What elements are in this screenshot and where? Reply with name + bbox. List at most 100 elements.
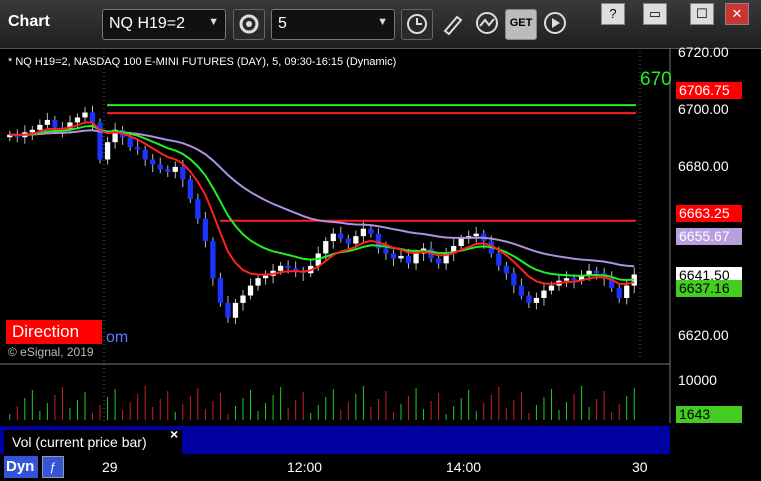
study-icon[interactable] bbox=[473, 9, 503, 38]
candle bbox=[526, 295, 532, 303]
copyright: © eSignal, 2019 bbox=[8, 345, 94, 359]
pencil-icon[interactable] bbox=[437, 9, 467, 38]
candle bbox=[383, 248, 389, 254]
candle bbox=[593, 270, 600, 274]
close-button[interactable]: ✕ bbox=[725, 3, 749, 25]
vol-tag: 1643 bbox=[676, 406, 742, 423]
help-button[interactable]: ? bbox=[601, 3, 625, 25]
candle bbox=[195, 199, 201, 219]
candle bbox=[44, 119, 51, 125]
candle bbox=[390, 253, 397, 259]
x-tick: 30 bbox=[632, 459, 648, 475]
play-icon[interactable] bbox=[541, 9, 571, 38]
candle bbox=[511, 273, 517, 286]
price-tag: 6663.25 bbox=[676, 205, 742, 222]
symbol-value: NQ H19=2 bbox=[109, 15, 186, 32]
candle bbox=[563, 278, 570, 281]
candle bbox=[202, 218, 209, 242]
candle bbox=[458, 238, 464, 247]
candle bbox=[217, 278, 224, 303]
candle bbox=[165, 169, 171, 172]
volume-label: Vol (current price bar) bbox=[4, 430, 182, 454]
dyn-button[interactable]: Dyn bbox=[4, 456, 38, 478]
candle bbox=[541, 290, 547, 298]
candle bbox=[503, 265, 509, 274]
window-title: Chart bbox=[8, 13, 50, 30]
candle bbox=[435, 258, 442, 264]
candle bbox=[398, 255, 404, 259]
symbol-combo[interactable]: NQ H19=2 ▼ bbox=[102, 9, 226, 40]
price-chart[interactable] bbox=[0, 48, 761, 481]
candle bbox=[150, 159, 156, 165]
candle bbox=[473, 233, 479, 237]
close-icon[interactable]: × bbox=[170, 426, 178, 442]
candle bbox=[52, 119, 58, 128]
candle bbox=[187, 179, 193, 200]
vwap-line bbox=[9, 129, 635, 268]
price-tag: 6655.67 bbox=[676, 228, 742, 245]
candle bbox=[533, 297, 540, 303]
y-tick: 6720.00 bbox=[678, 44, 729, 60]
interval-value: 5 bbox=[278, 15, 287, 32]
candle bbox=[240, 295, 246, 303]
candle bbox=[172, 166, 178, 172]
y-tick: 6680.00 bbox=[678, 158, 729, 174]
candle bbox=[277, 265, 284, 271]
candle bbox=[624, 285, 630, 298]
candle bbox=[29, 129, 35, 133]
interval-combo[interactable]: 5 ▼ bbox=[271, 9, 395, 40]
candle bbox=[330, 233, 336, 242]
clock-icon[interactable] bbox=[401, 9, 433, 40]
restore-button[interactable]: ▭ bbox=[643, 3, 667, 25]
candle bbox=[74, 117, 81, 123]
candle bbox=[323, 241, 329, 254]
toolbar: Chart NQ H19=2 ▼ 5 ▼ GET ? ▭ ☐ ✕ bbox=[0, 0, 761, 49]
direction-label: Direction bbox=[6, 320, 102, 344]
candle bbox=[142, 149, 148, 160]
candle bbox=[82, 112, 88, 118]
dynamic-icon[interactable]: ƒ bbox=[42, 456, 64, 478]
chevron-down-icon: ▼ bbox=[208, 16, 219, 28]
fast-ma-line bbox=[9, 121, 635, 286]
x-tick: 12:00 bbox=[287, 459, 323, 475]
candle bbox=[232, 302, 239, 318]
cut-label: 670 bbox=[640, 69, 672, 90]
candle bbox=[157, 164, 163, 170]
candle bbox=[247, 285, 254, 296]
vol-tick: 10000 bbox=[678, 372, 717, 388]
candle bbox=[338, 233, 344, 239]
candle bbox=[405, 255, 412, 264]
candle bbox=[255, 278, 261, 286]
maximize-button[interactable]: ☐ bbox=[690, 3, 714, 25]
get-icon[interactable]: GET bbox=[505, 9, 537, 40]
x-tick: 29 bbox=[102, 459, 118, 475]
candle bbox=[37, 124, 43, 130]
candle bbox=[345, 238, 351, 244]
candle bbox=[225, 302, 231, 318]
y-tick: 6620.00 bbox=[678, 327, 729, 343]
chart-legend: * NQ H19=2, NASDAQ 100 E-MINI FUTURES (D… bbox=[8, 56, 397, 68]
candle bbox=[518, 285, 525, 296]
candle bbox=[104, 142, 111, 160]
candle bbox=[135, 147, 141, 150]
candle bbox=[616, 288, 622, 298]
candle bbox=[360, 228, 367, 237]
gear-icon[interactable] bbox=[233, 9, 265, 40]
candle bbox=[353, 236, 359, 244]
candle bbox=[127, 137, 133, 148]
price-tag: 6706.75 bbox=[676, 82, 742, 99]
candle bbox=[89, 112, 96, 123]
candle bbox=[496, 253, 502, 266]
y-tick: 6700.00 bbox=[678, 101, 729, 117]
chevron-down-icon: ▼ bbox=[377, 16, 388, 28]
price-tag: 6637.16 bbox=[676, 280, 742, 297]
candle bbox=[285, 265, 291, 269]
candle bbox=[548, 285, 555, 291]
candle bbox=[210, 241, 216, 279]
direction-suffix: om bbox=[106, 329, 129, 346]
candle bbox=[262, 275, 269, 279]
candle bbox=[413, 253, 419, 264]
candle bbox=[368, 228, 374, 234]
candle bbox=[180, 166, 186, 180]
slow-ma-line bbox=[9, 124, 635, 282]
